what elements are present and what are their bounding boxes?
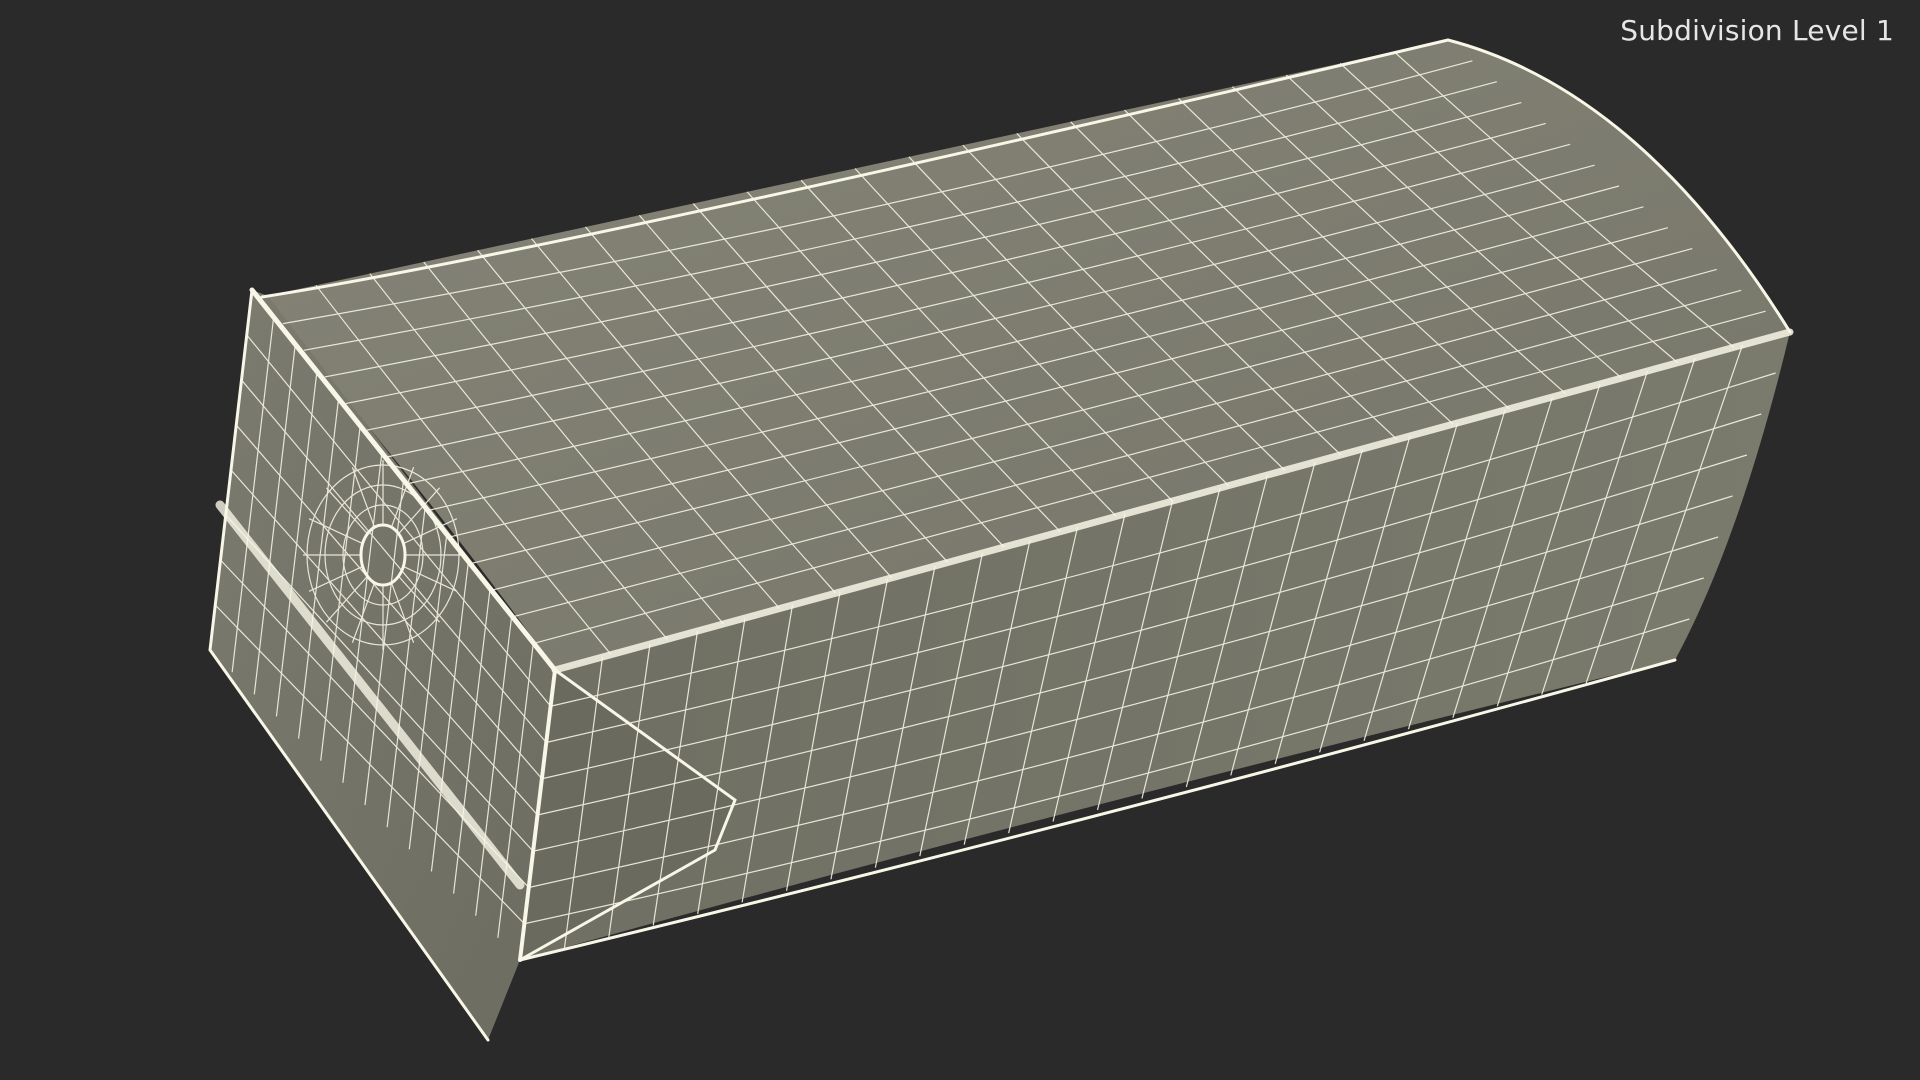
- carton-wireframe-model: [208, 38, 1794, 1042]
- subdivision-level-label: Subdivision Level 1: [1620, 14, 1894, 47]
- 3d-viewport[interactable]: Subdivision Level 1: [0, 0, 1920, 1080]
